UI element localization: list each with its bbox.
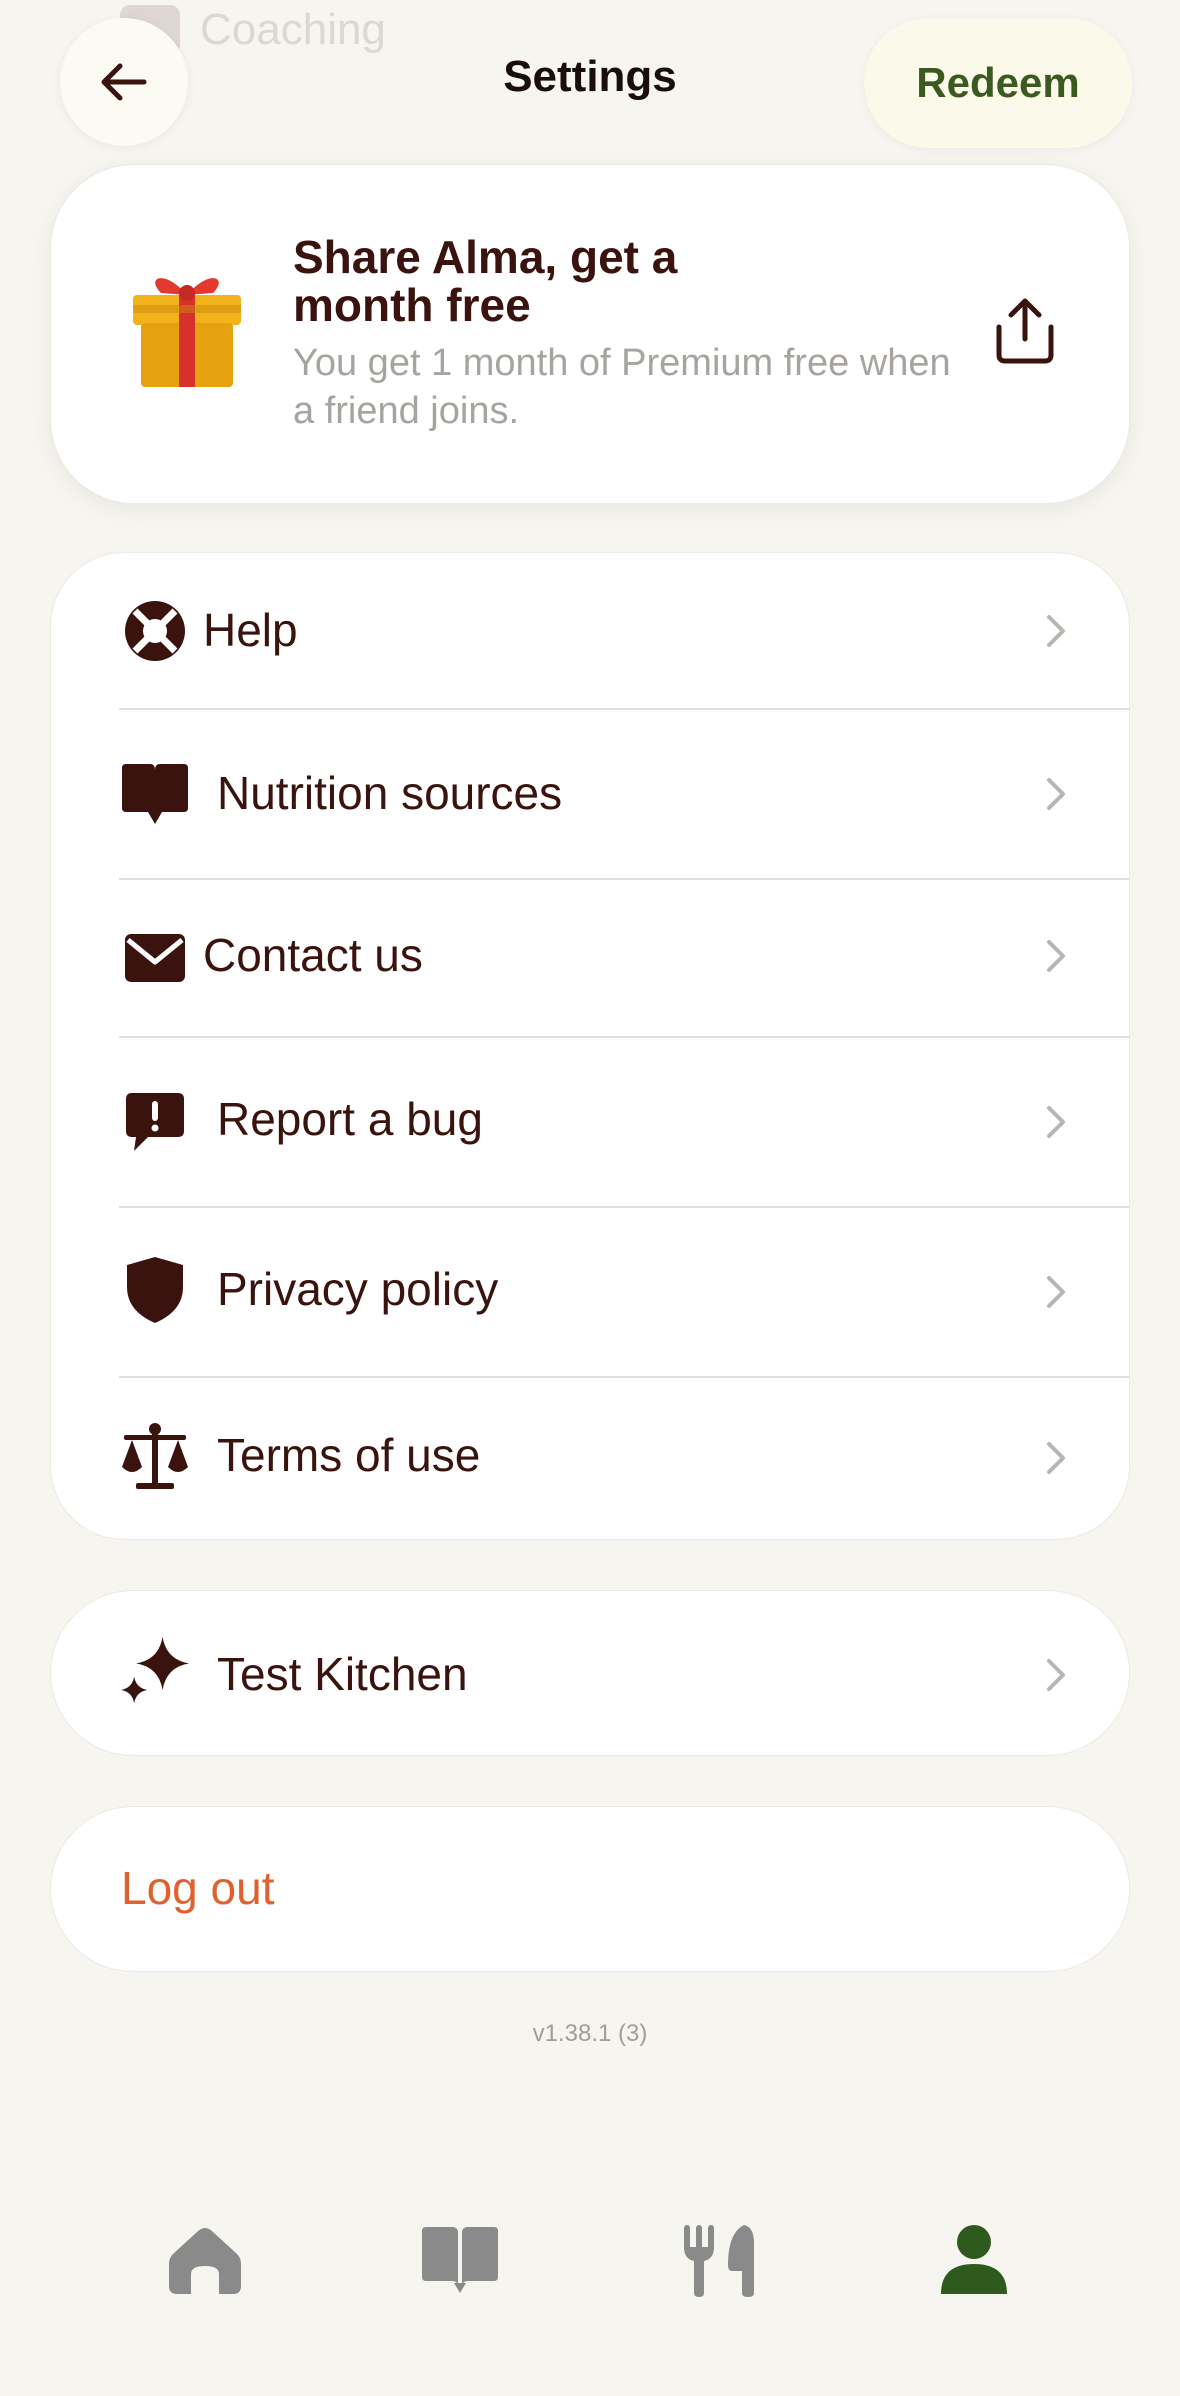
scales-icon: [119, 1420, 191, 1492]
envelope-icon: [119, 922, 191, 994]
menu-item-terms-of-use[interactable]: Terms of use: [51, 1378, 1131, 1540]
home-icon: [169, 2228, 241, 2294]
logout-card[interactable]: Log out: [50, 1806, 1130, 1972]
version-label: v1.38.1 (3): [532, 2020, 648, 2047]
share-icon[interactable]: [993, 297, 1057, 370]
shield-icon: [119, 1254, 191, 1326]
chevron-right-icon: [1037, 1104, 1073, 1140]
menu-item-label: Report a bug: [217, 1093, 483, 1145]
lifebuoy-icon: [119, 595, 191, 667]
gift-icon: [125, 267, 249, 396]
tab-home[interactable]: [155, 2210, 255, 2310]
share-card[interactable]: Share Alma, get a month free You get 1 m…: [50, 164, 1130, 504]
alert-bubble-icon: [119, 1086, 191, 1158]
book-icon: [119, 758, 191, 830]
tab-meals[interactable]: [668, 2210, 768, 2310]
fork-knife-icon: [684, 2225, 754, 2297]
person-icon: [941, 2225, 1007, 2294]
header: Settings Redeem: [0, 0, 1180, 160]
logout-button[interactable]: Log out: [121, 1861, 274, 1915]
chevron-right-icon: [1037, 1274, 1073, 1310]
menu-item-label: Help: [203, 604, 298, 656]
sparkle-icon: [119, 1635, 191, 1707]
menu-item-label: Contact us: [203, 929, 423, 981]
chevron-right-icon: [1037, 1657, 1073, 1693]
menu-item-help[interactable]: Help: [51, 553, 1131, 709]
menu-item-label: Privacy policy: [217, 1263, 499, 1315]
tab-learn[interactable]: [410, 2210, 510, 2310]
menu-item-nutrition-sources[interactable]: Nutrition sources: [51, 710, 1131, 878]
menu-item-contact-us[interactable]: Contact us: [51, 880, 1131, 1036]
chevron-right-icon: [1037, 776, 1073, 812]
tab-bar: [0, 2180, 1180, 2320]
chevron-right-icon: [1037, 938, 1073, 974]
menu-item-report-bug[interactable]: Report a bug: [51, 1038, 1131, 1206]
open-book-icon: [422, 2227, 498, 2293]
chevron-right-icon: [1037, 613, 1073, 649]
share-subtitle: You get 1 month of Premium free when a f…: [293, 342, 951, 432]
menu-item-label: Nutrition sources: [217, 767, 563, 819]
chevron-right-icon: [1037, 1440, 1073, 1476]
menu-item-privacy-policy[interactable]: Privacy policy: [51, 1208, 1131, 1376]
share-title: Share Alma, get a month free: [293, 231, 678, 331]
menu-item-test-kitchen[interactable]: Test Kitchen: [51, 1591, 1131, 1757]
menu-item-label: Terms of use: [217, 1429, 481, 1481]
tab-profile[interactable]: [924, 2210, 1024, 2310]
test-kitchen-card[interactable]: Test Kitchen: [50, 1590, 1130, 1756]
redeem-button[interactable]: Redeem: [864, 18, 1132, 148]
settings-menu: Help Nutrition sources Contact us Report…: [50, 552, 1130, 1540]
menu-item-label: Test Kitchen: [217, 1648, 468, 1700]
